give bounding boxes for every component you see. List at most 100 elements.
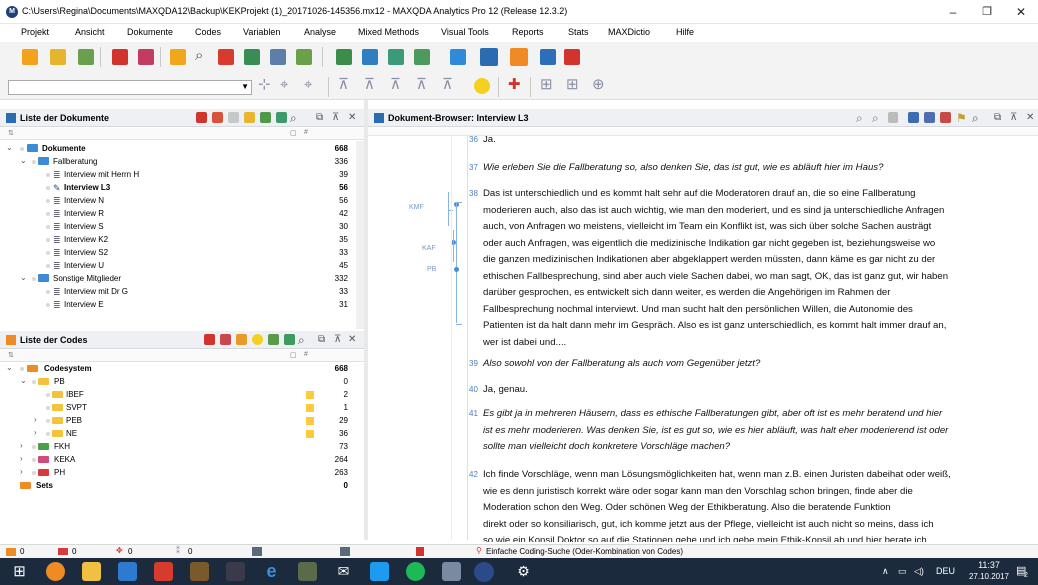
code-row-pb[interactable]: ⌄ PB 0 [0,376,364,388]
doc-panel-max-icon[interactable]: ⊼ [332,109,339,127]
print-icon[interactable] [888,112,898,123]
code-selector-combo[interactable]: ▼ [8,80,252,95]
code-color-red-icon[interactable]: ⊼ [338,76,349,94]
open-project-icon[interactable] [22,49,38,65]
code-row-codesystem[interactable]: ⌄ Codesystem 668 [0,363,364,375]
firefox-icon[interactable] [46,562,65,581]
status-search-mode[interactable]: Einfache Coding-Suche (Oder-Kombination … [486,547,683,556]
new-doc-icon[interactable] [212,112,223,123]
grid-icon[interactable] [336,49,352,65]
document-icon[interactable] [170,49,186,65]
volume-icon[interactable]: ◁) [914,566,924,577]
chevron-down-icon[interactable]: ⌄ [20,376,27,385]
chart-icon[interactable] [296,49,312,65]
menu-dokumente[interactable]: Dokumente [127,27,173,37]
maximize-button[interactable]: ❐ [970,0,1004,24]
doc-panel-close-icon[interactable]: ✕ [348,109,356,127]
notes-app-icon[interactable] [442,562,461,581]
weight-2-icon[interactable]: ⊞ [566,76,579,94]
chevron-right-icon[interactable]: › [20,454,23,463]
code-color-icon[interactable] [220,334,231,345]
search-icon[interactable]: ⌕ [195,47,203,65]
network-icon[interactable]: ▭ [898,566,907,577]
code-col-hash[interactable]: # [304,351,308,358]
tree-row-document[interactable]: ≣ Interview mit Herrn H 39 [0,169,356,181]
document-browser-icon[interactable] [480,48,498,66]
table-icon[interactable] [244,49,260,65]
photos-app-icon[interactable] [298,562,317,581]
code-row-peb[interactable]: › PEB 29 [0,415,364,427]
mixed-table-icon[interactable] [362,49,378,65]
chevron-right-icon[interactable]: › [20,467,23,476]
code-panel-float-icon[interactable]: ⧉ [318,331,325,349]
skype-icon[interactable] [370,562,389,581]
tree-row-document[interactable]: ≣ Interview S2 33 [0,247,356,259]
tree-row-document[interactable]: ≣ Interview E 31 [0,299,356,311]
language-indicator[interactable]: DEU [936,566,955,576]
memo-icon[interactable] [540,49,556,65]
code-color-pink-icon[interactable]: ⊼ [442,76,453,94]
browser-search-icon[interactable]: ⌕ [856,109,863,127]
link-icon[interactable] [138,49,154,65]
close-button[interactable]: ✕ [1004,0,1038,24]
doc-search-icon[interactable]: ⌕ [290,109,297,127]
save-icon[interactable] [78,49,94,65]
import-doc-icon[interactable] [196,112,207,123]
code-pin-icon[interactable]: ⊹ [258,76,271,94]
new-project-icon[interactable] [50,49,66,65]
maxqda-taskbar-icon[interactable] [474,562,494,582]
undo-coding-icon[interactable]: ✚ [508,76,521,94]
margin-code-label[interactable]: KAF [422,245,436,252]
chevron-right-icon[interactable]: › [34,415,37,424]
browser-search-next-icon[interactable]: ⌕ [872,109,879,127]
doc-scrollbar[interactable] [356,141,364,329]
menu-analyse[interactable]: Analyse [304,27,336,37]
weight-icon[interactable]: ⊞ [540,76,553,94]
code-color-green-icon[interactable]: ⊼ [364,76,375,94]
spotify-icon[interactable] [406,562,425,581]
menu-reports[interactable]: Reports [512,27,544,37]
tree-row-document[interactable]: ≣ Interview S 30 [0,221,356,233]
code-row-keka[interactable]: › KEKA 264 [0,454,364,466]
browser-float-icon[interactable]: ⧉ [994,109,1001,127]
chevron-right-icon[interactable]: › [20,441,23,450]
tree-row-document[interactable]: ≣ Interview K2 35 [0,234,356,246]
browser-code-icon[interactable] [940,112,951,123]
tree-row-sonstige-mitglieder[interactable]: ⌄ Sonstige Mitglieder 332 [0,273,356,285]
coding-dot[interactable] [454,267,459,272]
code-color-blue-icon[interactable]: ⊼ [390,76,401,94]
browser-edit-icon[interactable] [924,112,935,123]
tree-row-document-active[interactable]: ✎ Interview L3 56 [0,182,356,194]
code-sort-icon[interactable]: ⇅ [8,351,14,359]
code-new-icon[interactable]: ⌖ [304,76,312,94]
menu-mixed-methods[interactable]: Mixed Methods [358,27,419,37]
code-browser-icon[interactable] [510,48,528,66]
list-icon[interactable] [414,49,430,65]
code-icon[interactable] [218,49,234,65]
browser-flag-icon[interactable]: ⚑ [956,109,967,127]
file-explorer-icon[interactable] [82,562,101,581]
doc-activate-icon[interactable] [276,112,287,123]
code-row-svpt[interactable]: SVPT 1 [0,402,364,414]
menu-visual-tools[interactable]: Visual Tools [441,27,489,37]
import-icon[interactable] [112,49,128,65]
code-row-ph[interactable]: › PH 263 [0,467,364,479]
compare-icon[interactable] [388,49,404,65]
coding-stripe[interactable] [453,230,454,262]
coding-stripe[interactable] [456,203,457,323]
windows-start-icon[interactable]: ⊞ [10,562,29,581]
coding-margin[interactable]: KMF KAF PB [368,136,468,540]
browser-find-icon[interactable]: ⌕ [972,109,979,127]
emoticode-icon[interactable] [252,334,263,345]
code-panel-max-icon[interactable]: ⊼ [334,331,341,349]
minimize-button[interactable]: – [936,0,970,24]
doc-sort-icon[interactable]: ⇅ [8,129,14,137]
chevron-right-icon[interactable]: › [34,428,37,437]
code-row-ibef[interactable]: IBEF 2 [0,389,364,401]
browser-view-icon[interactable] [908,112,919,123]
code-color-yellow-icon[interactable]: ⊼ [416,76,427,94]
visual-icon[interactable] [450,49,466,65]
code-matrix-icon[interactable] [268,334,279,345]
code-row-sets[interactable]: Sets 0 [0,480,364,492]
code-panel-close-icon[interactable]: ✕ [348,331,356,349]
